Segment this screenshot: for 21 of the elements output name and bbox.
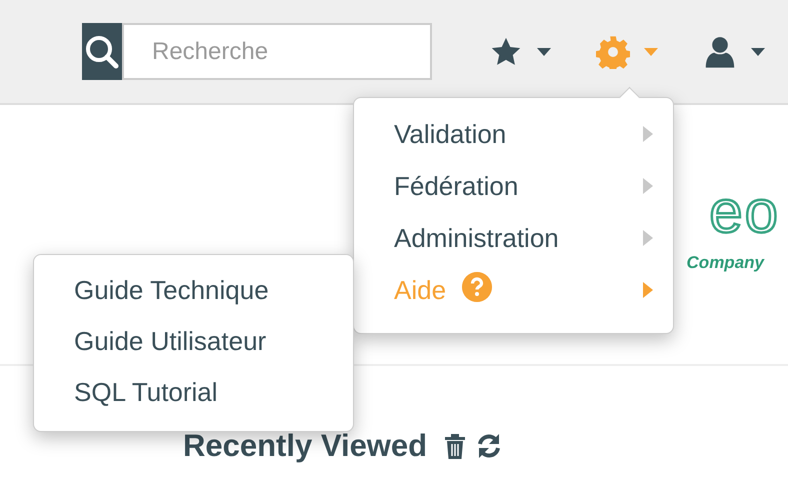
section-title: Recently Viewed — [183, 428, 428, 464]
menu-item[interactable]: Fédération — [354, 160, 673, 212]
search-field[interactable]: Recherche — [122, 23, 432, 80]
menu-item[interactable]: Guide Utilisateur — [34, 316, 353, 367]
menu-item[interactable]: Validation — [354, 108, 673, 160]
user-icon — [703, 34, 737, 68]
chevron-right-icon — [643, 178, 653, 194]
caret-icon — [537, 48, 551, 56]
caret-icon — [644, 48, 658, 56]
chevron-right-icon — [643, 230, 653, 246]
caret-icon — [751, 48, 765, 56]
menu-item[interactable]: Administration — [354, 212, 673, 264]
logo-text: eo — [709, 183, 780, 241]
menu-item[interactable]: SQL Tutorial — [34, 367, 353, 418]
chevron-right-icon — [643, 282, 653, 298]
search-button[interactable] — [82, 23, 122, 80]
menu-item[interactable]: Guide Technique — [34, 265, 353, 316]
logo-tagline: Company — [686, 253, 764, 273]
trash-icon[interactable] — [443, 432, 468, 460]
gear-icon — [596, 34, 630, 68]
chevron-right-icon — [643, 126, 653, 142]
